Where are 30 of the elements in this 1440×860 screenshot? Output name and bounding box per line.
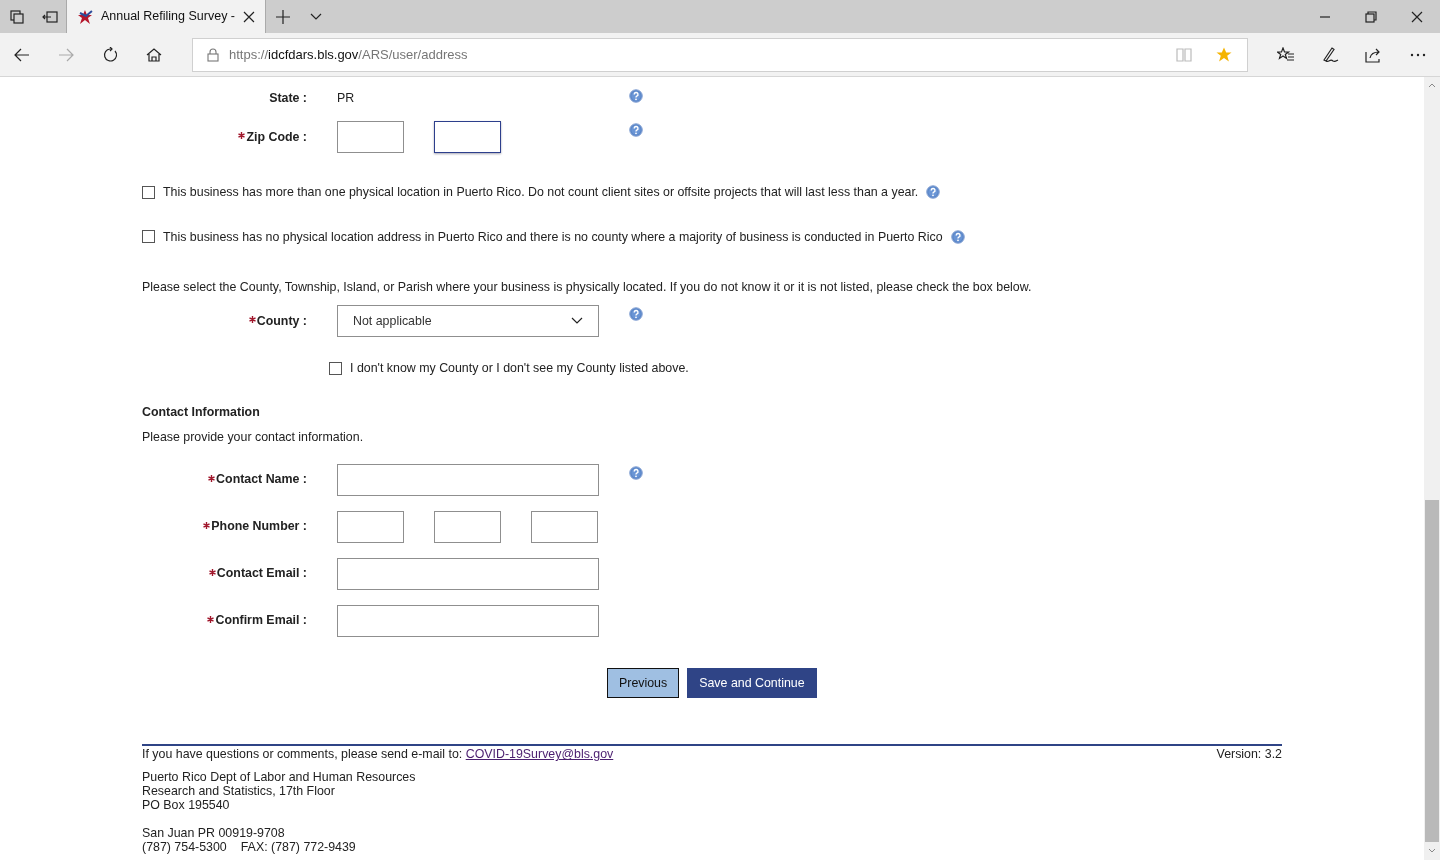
section-heading: Contact Information	[142, 404, 261, 422]
phone-text: (787) 754-5300	[142, 840, 227, 855]
address-bar[interactable]: https://idcfdars.bls.gov/ARS/user/address	[192, 37, 1248, 72]
fax-text: FAX: (787) 772-9439	[240, 840, 356, 855]
url-text: https://idcfdars.bls.gov/ARS/user/address	[229, 45, 469, 64]
field-label: Zip Code :	[246, 128, 307, 146]
address-line: San Juan PR 00919-9708	[142, 826, 286, 841]
field-label: Confirm Email :	[215, 612, 307, 630]
address-line: Puerto Rico Dept of Labor and Human Resources	[142, 770, 417, 785]
footer-contact-text: If you have questions or comments, please send e-mail to: COVID-19Survey@bls.gov	[142, 747, 614, 762]
version-text: Version: 3.2	[1216, 747, 1282, 762]
county-select[interactable]: Not applicable	[337, 304, 599, 337]
field-label: Contact Email :	[216, 565, 307, 583]
field-label: County :	[256, 312, 307, 330]
checkbox-label: I don't know my County or I don't see my County listed above.	[350, 359, 689, 377]
field-label: Phone Number :	[211, 518, 307, 536]
field-label: Contact Name :	[216, 471, 307, 489]
address-line: Research and Statistics, 17th Floor	[142, 784, 336, 799]
previous-button[interactable]: Previous	[607, 667, 680, 699]
checkbox-label: This business has no physical location address in Puerto Rico and there is no county where a majority of business is conducted in Puerto Rico	[163, 228, 943, 246]
email-link[interactable]: COVID-19Survey@bls.gov	[465, 747, 614, 762]
browser-tab[interactable]: Annual Refiling Survey -	[66, 0, 266, 33]
tab-title: Annual Refiling Survey -	[100, 8, 236, 26]
field-value: PR	[337, 89, 356, 107]
save-continue-button[interactable]: Save and Continue	[687, 667, 817, 699]
field-label: State :	[269, 89, 307, 107]
address-line: PO Box 195540	[142, 798, 231, 813]
county-prompt: Please select the County, Township, Island, or Parish where your business is physically located. If you do not know it or it is not listed, please check the box below.	[142, 279, 1033, 297]
checkbox-label: This business has more than one physical location in Puerto Rico. Do not count client sites or offsite projects that will last less than a year.	[163, 184, 919, 201]
section-subtext: Please provide your contact information.	[142, 429, 365, 447]
